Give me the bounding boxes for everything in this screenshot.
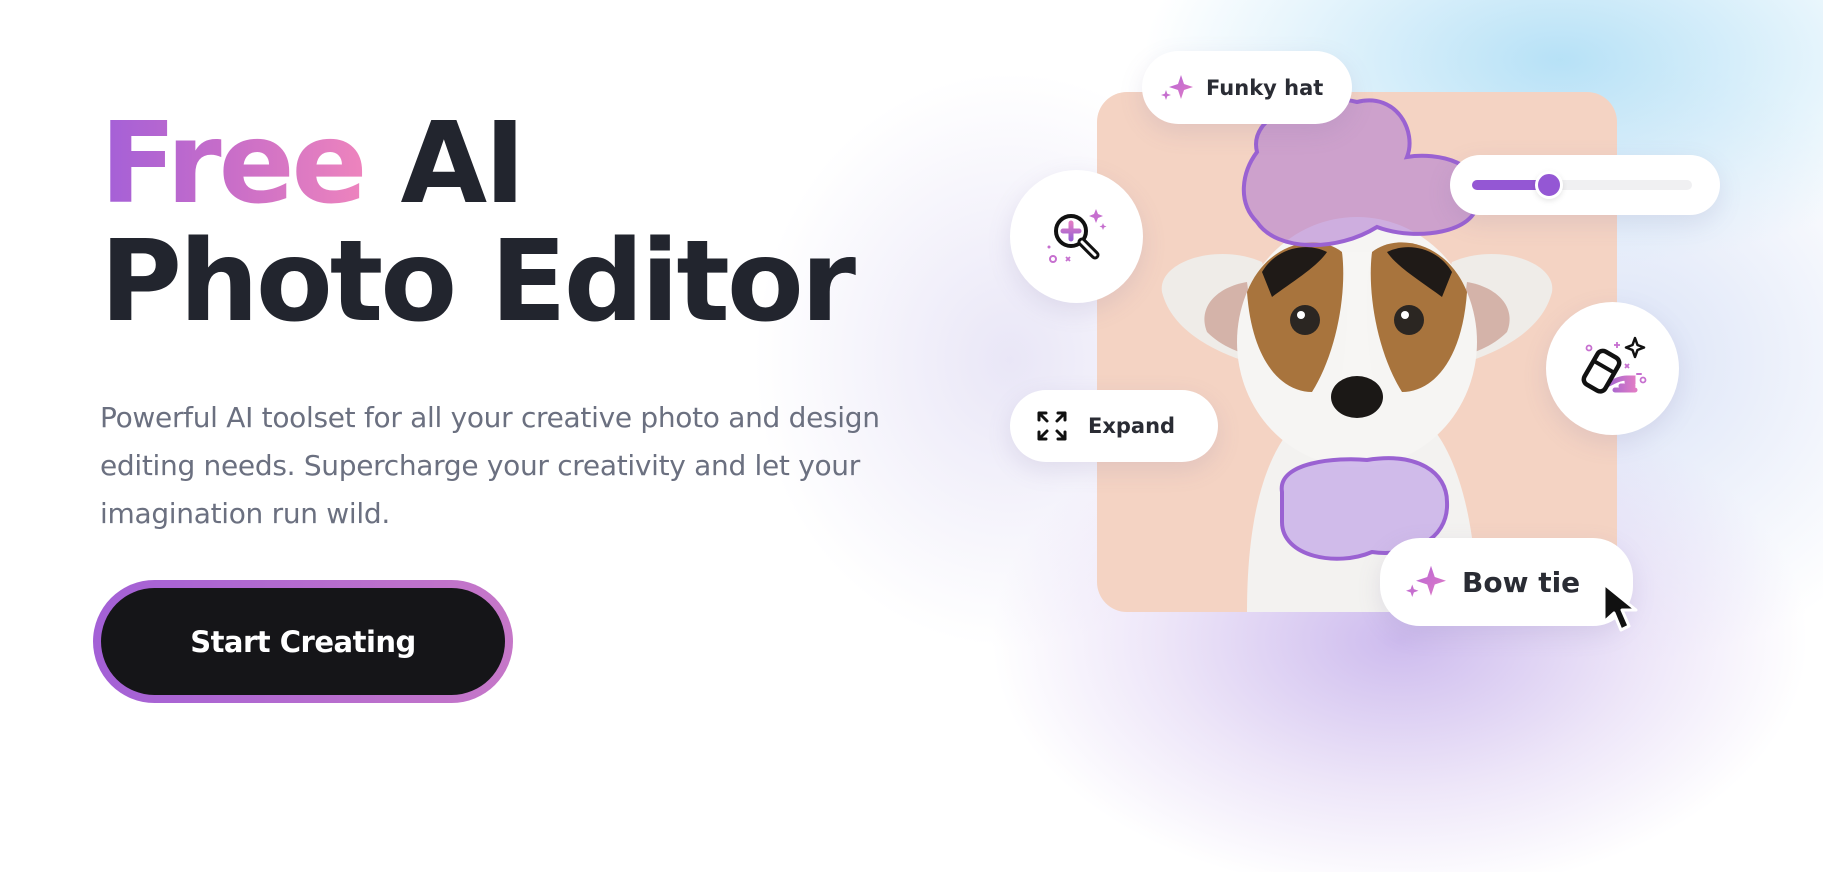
- brush-size-slider[interactable]: [1472, 171, 1692, 199]
- hero-subtitle: Powerful AI toolset for all your creativ…: [100, 401, 880, 530]
- expand-arrows-icon: [1036, 410, 1068, 442]
- mouse-pointer-icon: [1600, 580, 1644, 636]
- dog-left-eye: [1290, 305, 1320, 335]
- expand-tool-chip[interactable]: Expand: [1010, 390, 1218, 462]
- funky-hat-prompt-chip[interactable]: Funky hat: [1142, 51, 1352, 124]
- title-line2: Photo Editor: [100, 217, 856, 347]
- hero-heading-block: Free AI Photo Editor: [100, 105, 856, 341]
- brush-size-slider-panel: [1450, 155, 1720, 215]
- funky-hat-label: Funky hat: [1206, 75, 1324, 100]
- page-title: Free AI Photo Editor: [100, 105, 856, 341]
- dog-right-eye-highlight: [1401, 311, 1409, 319]
- start-creating-button[interactable]: Start Creating: [101, 588, 505, 695]
- magic-eraser-icon: [1575, 334, 1651, 404]
- sparkle-icon: [1404, 562, 1448, 602]
- zoom-in-sparkle-icon: [1041, 201, 1113, 273]
- slider-thumb[interactable]: [1535, 171, 1563, 199]
- title-highlight: Free: [100, 99, 367, 229]
- sparkle-icon: [1160, 72, 1194, 104]
- dog-left-eye-highlight: [1297, 311, 1305, 319]
- magic-eraser-button[interactable]: [1546, 302, 1679, 435]
- bow-tie-prompt-chip[interactable]: Bow tie: [1380, 538, 1633, 626]
- start-creating-button-frame[interactable]: Start Creating: [93, 580, 513, 703]
- zoom-tool-button[interactable]: [1010, 170, 1143, 303]
- expand-label: Expand: [1088, 414, 1176, 438]
- title-line1-rest: AI: [364, 99, 525, 229]
- bow-tie-label: Bow tie: [1462, 565, 1581, 599]
- dog-nose: [1331, 376, 1383, 418]
- dog-right-eye: [1394, 305, 1424, 335]
